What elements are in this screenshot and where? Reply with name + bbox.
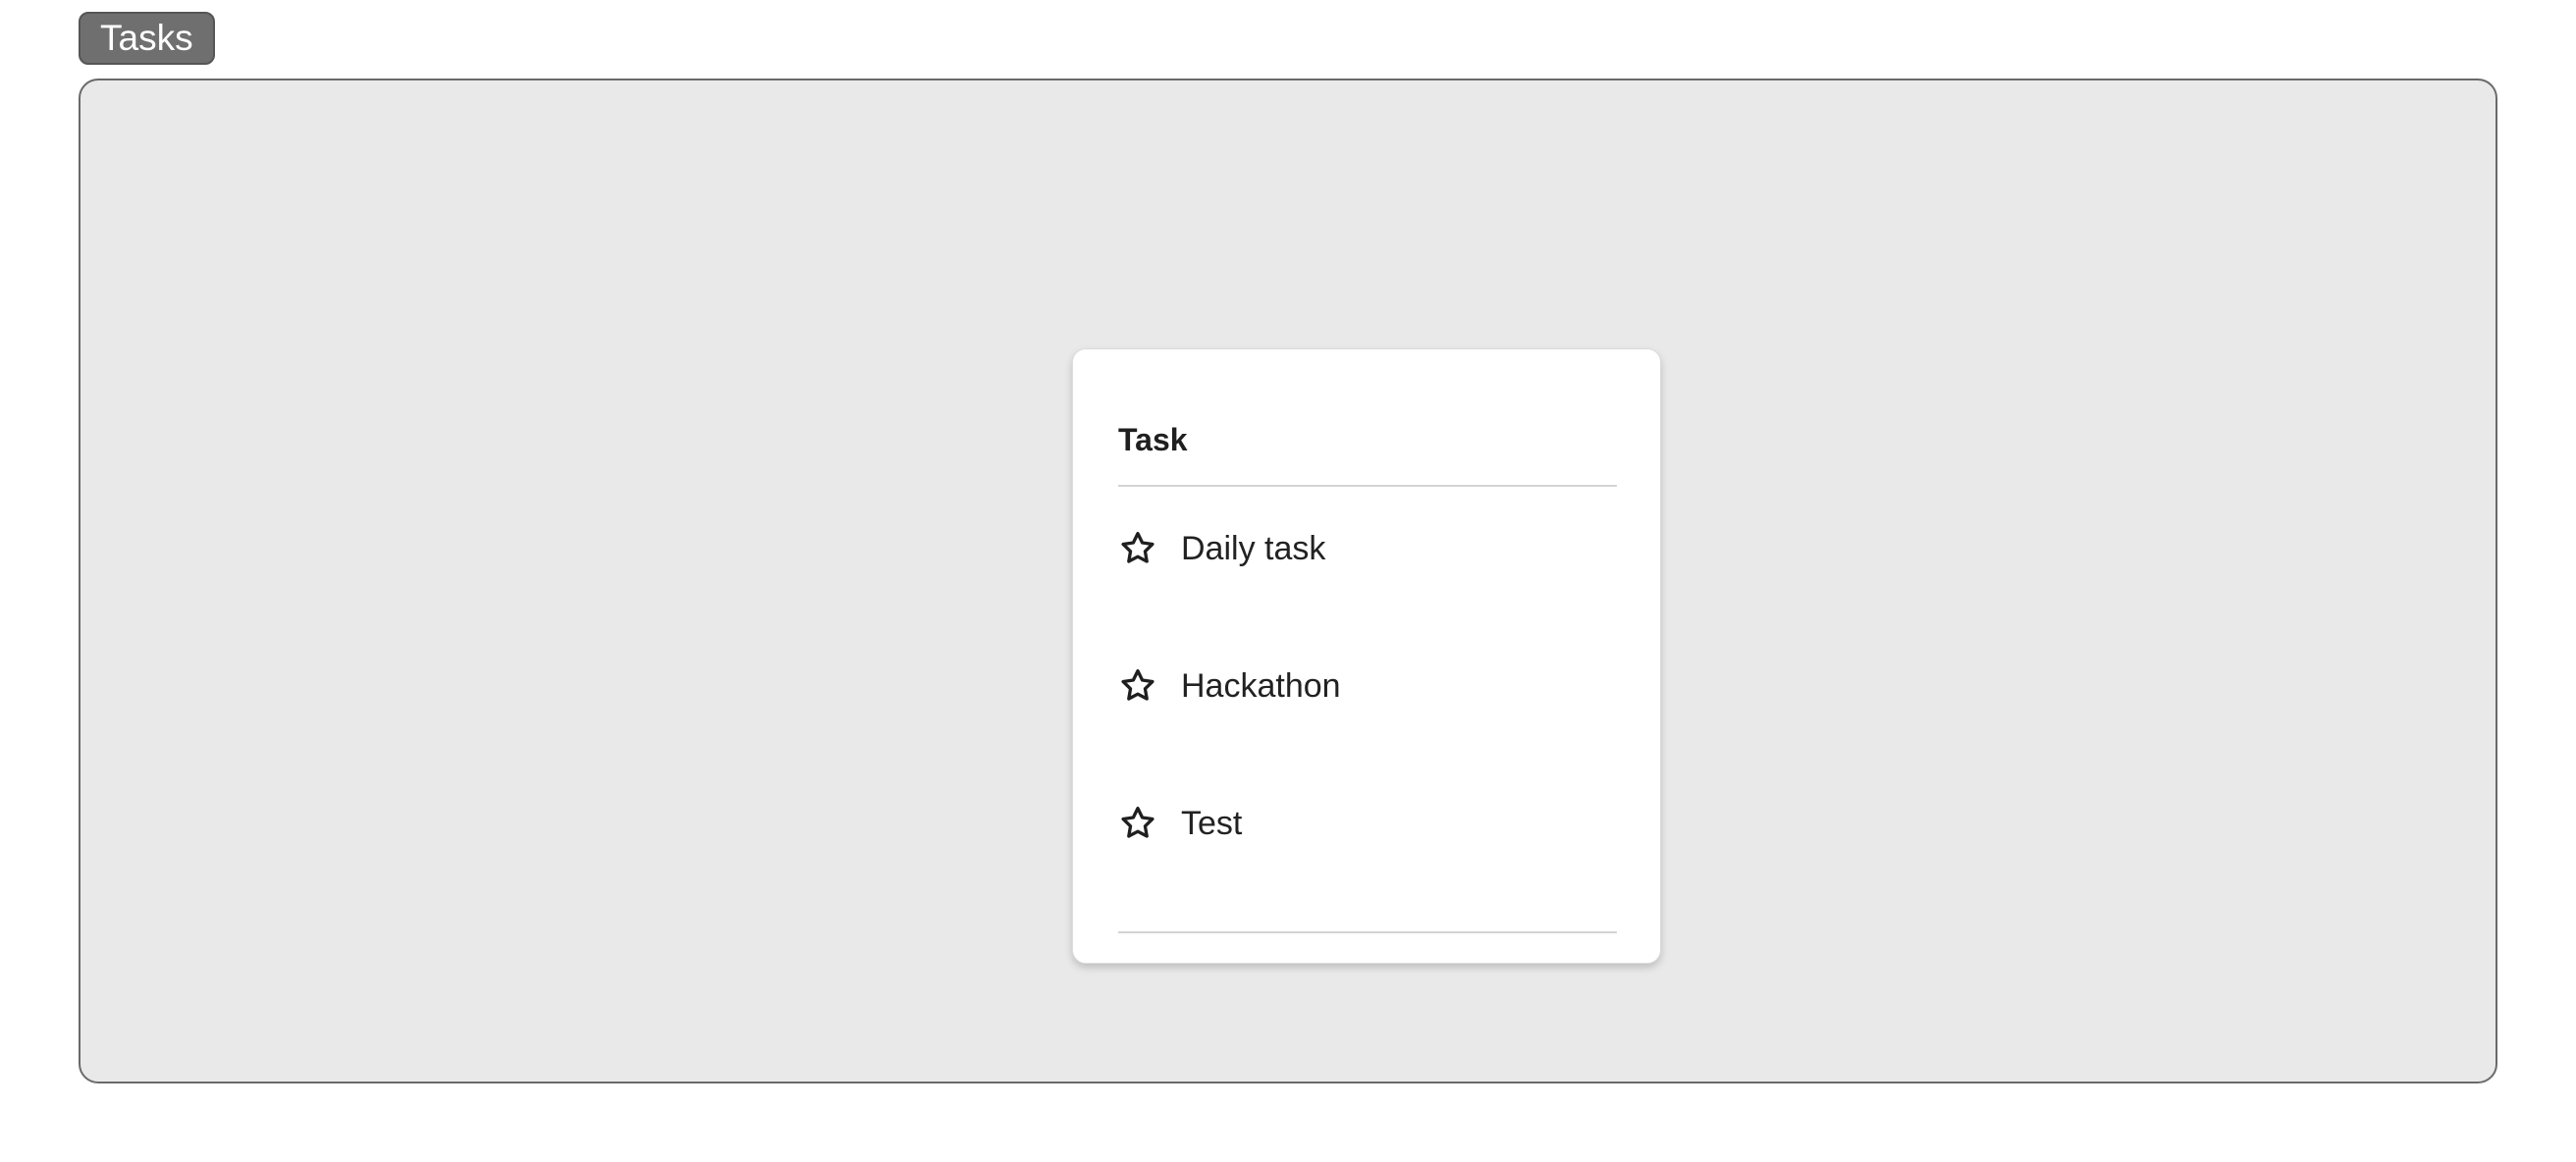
tasks-frame: Task Daily task Hackathon Test bbox=[79, 79, 2497, 1083]
star-outline-icon[interactable] bbox=[1118, 804, 1157, 843]
task-label: Test bbox=[1181, 804, 1243, 842]
task-label: Daily task bbox=[1181, 529, 1326, 567]
task-list-header: Task bbox=[1118, 422, 1188, 457]
page: Tasks Task Daily task Hackathon Test bbox=[0, 0, 2576, 1162]
task-label: Hackathon bbox=[1181, 666, 1341, 705]
task-list-card: Task Daily task Hackathon Test bbox=[1072, 348, 1661, 964]
task-row-hackathon[interactable]: Hackathon bbox=[1118, 657, 1617, 715]
star-outline-icon[interactable] bbox=[1118, 529, 1157, 568]
star-outline-icon[interactable] bbox=[1118, 666, 1157, 706]
task-row-test[interactable]: Test bbox=[1118, 794, 1617, 853]
task-row-daily-task[interactable]: Daily task bbox=[1118, 519, 1617, 578]
footer-divider bbox=[1118, 931, 1617, 933]
tasks-tab-label: Tasks bbox=[79, 12, 215, 65]
header-divider bbox=[1118, 485, 1617, 487]
